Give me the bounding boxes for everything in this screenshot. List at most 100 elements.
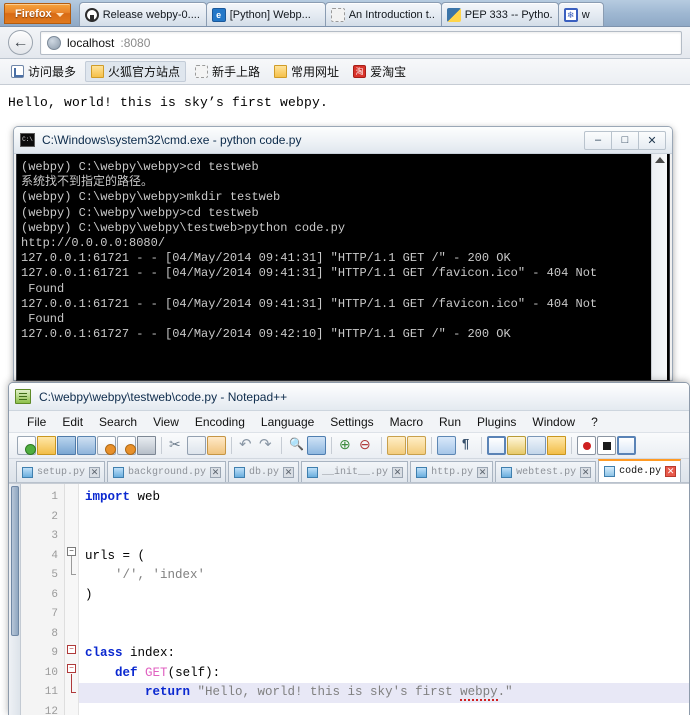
code-line-9: class index:: [79, 644, 689, 664]
npp-title-bar[interactable]: C:\webpy\webpy\testweb\code.py - Notepad…: [9, 383, 689, 411]
npp-tab-init[interactable]: __init__.py ✕: [301, 461, 409, 482]
firefox-app-menu-button[interactable]: Firefox: [4, 3, 71, 24]
cmd-console-output[interactable]: (webpy) C:\webpy\webpy>cd testweb 系统找不到指…: [16, 154, 670, 381]
npp-tab-setup[interactable]: setup.py ✕: [16, 461, 106, 482]
copy-icon[interactable]: [187, 436, 206, 455]
zoom-out-icon[interactable]: [357, 436, 376, 455]
close-all-icon[interactable]: [117, 436, 136, 455]
scrollbar-thumb[interactable]: [10, 486, 19, 636]
npp-tab-code[interactable]: code.py ✕: [598, 459, 682, 482]
browser-tab-1[interactable]: e [Python] Webp...: [205, 2, 326, 26]
back-button[interactable]: ←: [8, 30, 33, 55]
fold-line: [71, 674, 72, 692]
scroll-up-icon[interactable]: [654, 157, 665, 163]
browser-tab-0[interactable]: Release webpy-0....: [78, 2, 207, 26]
menu-language[interactable]: Language: [253, 413, 322, 431]
close-icon[interactable]: ✕: [580, 466, 592, 478]
line-number: 6: [51, 588, 58, 601]
macro-play-icon[interactable]: [617, 436, 636, 455]
function-list-icon[interactable]: [527, 436, 546, 455]
word-wrap-icon[interactable]: [437, 436, 456, 455]
bookmark-most-visited[interactable]: 访问最多: [6, 62, 81, 81]
toolbar-separator: [571, 437, 572, 454]
close-icon[interactable]: ✕: [283, 466, 295, 478]
replace-icon[interactable]: [307, 436, 326, 455]
close-icon[interactable]: ✕: [392, 466, 404, 478]
bookmark-taobao[interactable]: 淘 爱淘宝: [348, 62, 411, 81]
close-icon[interactable]: ✕: [477, 466, 489, 478]
npp-tab-background[interactable]: background.py ✕: [107, 461, 227, 482]
code-text-area[interactable]: import web urls = ( '/', 'index' ) class…: [79, 484, 689, 715]
show-all-chars-icon[interactable]: [457, 436, 476, 455]
menu-help[interactable]: ?: [583, 413, 606, 431]
menu-run[interactable]: Run: [431, 413, 469, 431]
bookmark-label: 访问最多: [28, 65, 77, 79]
close-button[interactable]: ✕: [638, 130, 666, 150]
editor-left-scrollbar[interactable]: [9, 484, 21, 715]
browser-tab-3[interactable]: PEP 333 -- Pytho...: [440, 2, 559, 26]
bookmark-common-sites[interactable]: 常用网址: [269, 62, 344, 81]
document-list-icon[interactable]: [487, 436, 506, 455]
close-file-icon[interactable]: [97, 436, 116, 455]
npp-tab-webtest[interactable]: webtest.py ✕: [495, 461, 597, 482]
menu-file[interactable]: File: [19, 413, 54, 431]
browser-tab-label: w: [581, 8, 590, 21]
save-icon[interactable]: [57, 436, 76, 455]
close-icon[interactable]: ✕: [665, 466, 677, 477]
paste-icon[interactable]: [207, 436, 226, 455]
maximize-button[interactable]: □: [611, 130, 639, 150]
npp-editor: 1 2 3 4 5 6 7 8 9 10 11 12 13 − − −: [9, 483, 689, 715]
browser-tab-4[interactable]: ❄ w: [557, 2, 604, 26]
find-icon[interactable]: [287, 436, 306, 455]
keyword-return: return: [145, 685, 191, 699]
npp-tab-http[interactable]: http.py ✕: [410, 461, 494, 482]
fold-toggle-urls[interactable]: −: [67, 547, 76, 556]
menu-search[interactable]: Search: [91, 413, 145, 431]
print-icon[interactable]: [137, 436, 156, 455]
minimize-button[interactable]: –: [584, 130, 612, 150]
browser-tab-label: [Python] Webp...: [229, 8, 311, 21]
cmd-line: (webpy) C:\webpy\webpy\testweb>python co…: [21, 220, 346, 235]
menu-window[interactable]: Window: [524, 413, 583, 431]
sync-horizontal-icon[interactable]: [407, 436, 426, 455]
fold-toggle-def[interactable]: −: [67, 664, 76, 673]
cmd-scrollbar[interactable]: [651, 154, 667, 380]
close-icon[interactable]: ✕: [210, 466, 222, 478]
close-icon[interactable]: ✕: [89, 466, 101, 478]
macro-stop-icon[interactable]: [597, 436, 616, 455]
code-folding-column[interactable]: − − −: [65, 484, 79, 715]
fold-toggle-class[interactable]: −: [67, 645, 76, 654]
bookmark-getting-started[interactable]: 新手上路: [190, 62, 265, 81]
bookmark-firefox-official[interactable]: 火狐官方站点: [85, 61, 187, 82]
code-line-5: '/', 'index': [79, 566, 689, 586]
function-name-get: GET: [145, 665, 168, 680]
npp-tab-db[interactable]: db.py ✕: [228, 461, 300, 482]
npp-tab-label: webtest.py: [516, 466, 577, 478]
cut-icon[interactable]: [167, 436, 186, 455]
open-file-icon[interactable]: [37, 436, 56, 455]
menu-plugins[interactable]: Plugins: [469, 413, 524, 431]
cmd-title-bar[interactable]: C:\ C:\Windows\system32\cmd.exe - python…: [14, 127, 672, 154]
menu-encoding[interactable]: Encoding: [187, 413, 253, 431]
cmd-line: (webpy) C:\webpy\webpy>cd testweb: [21, 205, 259, 220]
menu-macro[interactable]: Macro: [382, 413, 431, 431]
redo-icon[interactable]: [257, 435, 276, 455]
cmd-line: 127.0.0.1:61721 - - [04/May/2014 09:41:3…: [21, 266, 598, 281]
save-all-icon[interactable]: [77, 436, 96, 455]
sync-vertical-icon[interactable]: [387, 436, 406, 455]
zoom-in-icon[interactable]: [337, 436, 356, 455]
menu-settings[interactable]: Settings: [322, 413, 381, 431]
browser-tab-2[interactable]: An Introduction t...: [324, 2, 442, 26]
macro-record-icon[interactable]: [577, 436, 596, 455]
cmd-line: (webpy) C:\webpy\webpy>mkdir testweb: [21, 190, 281, 205]
undo-icon[interactable]: [237, 435, 256, 455]
new-file-icon[interactable]: [17, 436, 36, 455]
document-map-icon[interactable]: [507, 436, 526, 455]
folder-workspace-icon[interactable]: [547, 436, 566, 455]
menu-view[interactable]: View: [145, 413, 187, 431]
browser-nav-bar: ← localhost:8080: [0, 27, 690, 59]
menu-edit[interactable]: Edit: [54, 413, 91, 431]
address-bar[interactable]: localhost:8080: [40, 30, 682, 55]
